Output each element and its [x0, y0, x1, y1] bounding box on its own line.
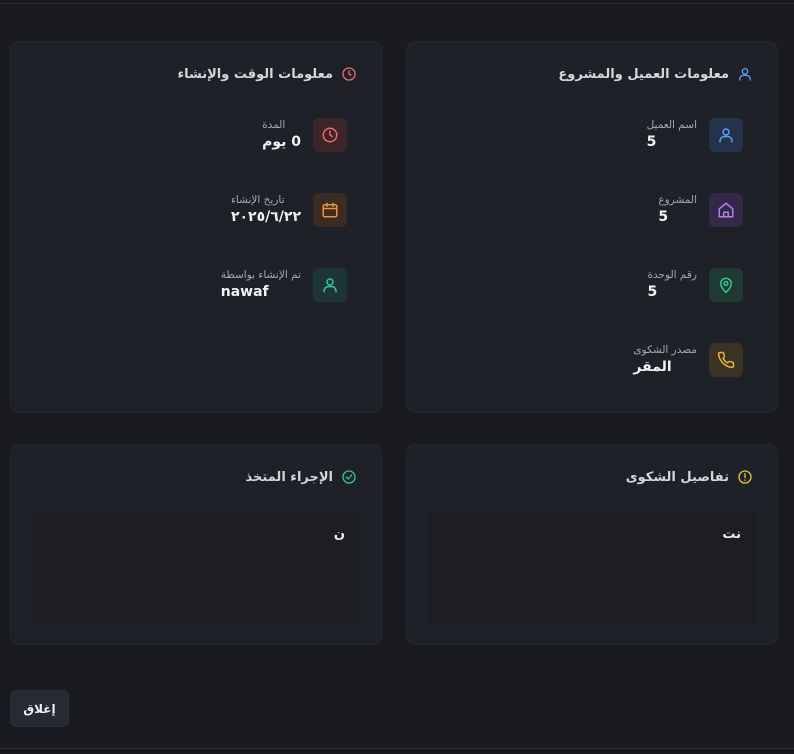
client-name-icon-box — [709, 118, 743, 152]
user-icon — [719, 128, 733, 143]
clock-icon — [322, 127, 338, 143]
check-circle-icon — [341, 469, 357, 485]
action-taken-content: ن — [333, 527, 345, 542]
clock-icon — [341, 66, 357, 82]
duration-value: 0 يوم — [262, 134, 301, 150]
project-row: المشروع 5 — [658, 193, 743, 227]
time-card-header: معلومات الوقت والإنشاء — [177, 66, 357, 82]
created-by-value: nawaf — [220, 284, 269, 300]
bottom-divider — [0, 748, 794, 754]
unit-number-value: 5 — [647, 284, 658, 300]
client-card-header: معلومات العميل والمشروع — [558, 66, 753, 82]
creation-date-icon-box — [313, 193, 347, 227]
project-icon-box — [709, 193, 743, 227]
project-label: المشروع — [658, 194, 697, 206]
action-taken-header: الإجراء المتخذ — [246, 469, 357, 485]
duration-icon-box — [313, 118, 347, 152]
client-project-card: معلومات العميل والمشروع اسم العميل 5 الم… — [406, 41, 778, 413]
duration-row: المدة 0 يوم — [262, 118, 347, 152]
user-icon — [323, 278, 337, 293]
complaint-details-header: تفاصيل الشكوى — [626, 469, 753, 485]
complaint-details-content-box: نت — [427, 511, 757, 623]
complaint-details-content: نت — [722, 527, 741, 542]
client-name-label: اسم العميل — [646, 119, 697, 131]
calendar-icon — [322, 202, 338, 218]
complaint-source-icon-box — [709, 343, 743, 377]
top-divider — [0, 0, 794, 4]
user-icon — [737, 66, 753, 82]
complaint-source-value: المقر — [633, 359, 672, 375]
complaint-source-row: مصدر الشكوى المقر — [633, 343, 743, 377]
phone-icon — [717, 351, 735, 369]
complaint-details-card: تفاصيل الشكوى نت — [406, 444, 778, 645]
map-pin-icon — [720, 277, 732, 294]
action-taken-content-box: ن — [31, 511, 361, 623]
project-value: 5 — [658, 209, 669, 225]
unit-number-row: رقم الوحدة 5 — [648, 268, 743, 302]
client-card-title: معلومات العميل والمشروع — [558, 66, 729, 82]
home-icon — [718, 202, 734, 218]
unit-number-icon-box — [709, 268, 743, 302]
complaint-details-title: تفاصيل الشكوى — [625, 469, 729, 485]
duration-label: المدة — [262, 119, 286, 131]
creation-date-label: تاريخ الإنشاء — [230, 194, 285, 206]
created-by-icon-box — [313, 268, 347, 302]
action-taken-card: الإجراء المتخذ ن — [10, 444, 382, 645]
unit-number-label: رقم الوحدة — [647, 269, 697, 281]
complaint-source-label: مصدر الشكوى — [633, 344, 697, 356]
client-name-row: اسم العميل 5 — [647, 118, 743, 152]
time-creation-card: معلومات الوقت والإنشاء المدة 0 يوم تاريخ… — [10, 41, 382, 413]
close-button[interactable]: إغلاق — [10, 690, 69, 727]
action-taken-title: الإجراء المتخذ — [245, 469, 333, 485]
created-by-row: تم الإنشاء بواسطة nawaf — [221, 268, 347, 302]
alert-circle-icon — [737, 469, 753, 485]
client-name-value: 5 — [646, 134, 657, 150]
creation-date-row: تاريخ الإنشاء ٢٠٢٥/٦/٢٢ — [231, 193, 347, 227]
creation-date-value: ٢٠٢٥/٦/٢٢ — [230, 209, 301, 225]
time-card-title: معلومات الوقت والإنشاء — [177, 66, 333, 82]
created-by-label: تم الإنشاء بواسطة — [220, 269, 301, 281]
